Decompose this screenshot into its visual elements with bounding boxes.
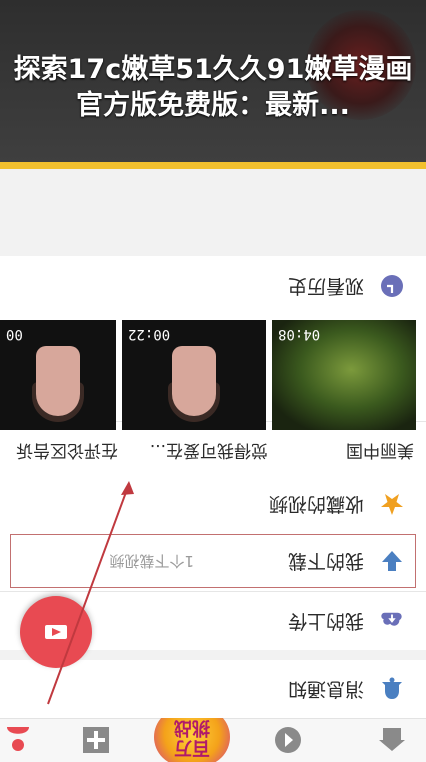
annotation-arrow <box>47 481 134 705</box>
banner-title: 探索17c嫩草51久久91嫩草漫画官方版免费版：最新... <box>13 54 413 121</box>
watermark <box>24 742 104 758</box>
phone-screenshot: 百万 挑战 消息通知 我的上传 收藏的视频 我的下载 1个下载视频 美丽中国 觉… <box>0 169 426 762</box>
title-banner: 探索17c嫩草51久久91嫩草漫画官方版免费版：最新... <box>0 0 426 162</box>
accent-bar <box>0 162 426 169</box>
